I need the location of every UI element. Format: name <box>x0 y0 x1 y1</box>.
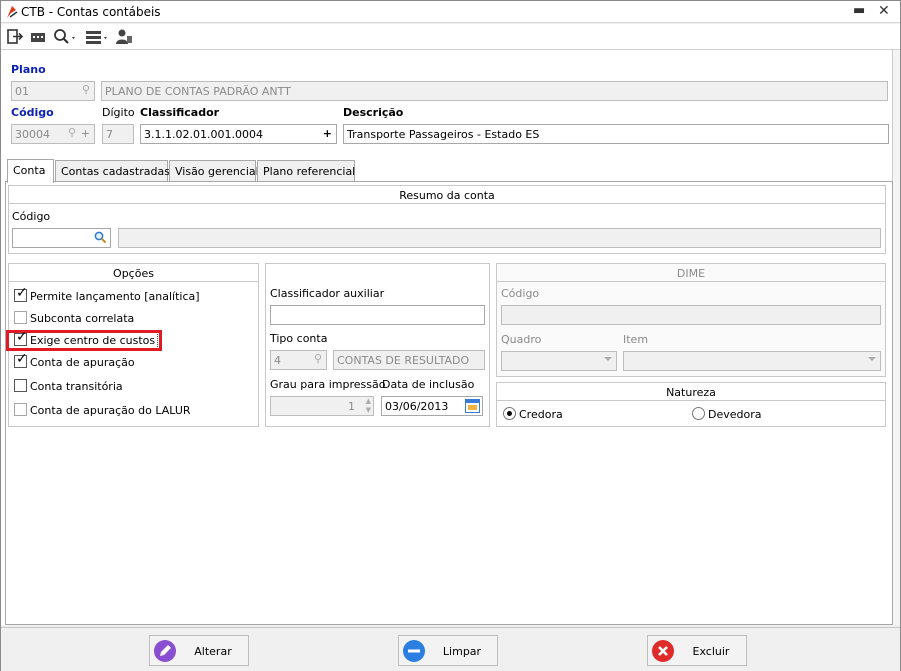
dime-title: DIME <box>497 264 885 282</box>
footer-bar: Alterar Limpar Excluir <box>1 627 900 671</box>
tipo-conta-code-value: 4 <box>274 354 281 367</box>
radio-label: Credora <box>519 408 563 421</box>
spinner-arrows-icon: ▲ ▼ <box>365 397 371 414</box>
search-icon: ⚲ <box>67 126 76 139</box>
alterar-button[interactable]: Alterar <box>149 635 249 666</box>
checkbox-conta-de-apuracao[interactable]: ✓ <box>14 352 28 368</box>
excluir-button[interactable]: Excluir <box>647 635 747 666</box>
tab-label: Plano referencial <box>263 165 356 178</box>
tab-conta[interactable]: Conta <box>7 159 54 183</box>
tab-visao-gerencial[interactable]: Visão gerencial <box>169 160 259 183</box>
descricao-label: Descrição <box>343 106 404 119</box>
radio-credora[interactable] <box>503 407 516 420</box>
record-icon[interactable] <box>30 28 46 46</box>
codigo-label: Código <box>11 106 54 119</box>
search-icon[interactable] <box>94 231 107 244</box>
toolbar <box>1 24 900 50</box>
app-logo-icon <box>7 6 18 18</box>
delete-icon <box>652 640 674 662</box>
title-bar: CTB - Contas contábeis ▬ ✕ <box>1 1 900 23</box>
minimize-icon[interactable]: ▬ <box>853 3 865 18</box>
data-inclusao-value: 03/06/2013 <box>385 400 449 413</box>
limpar-label: Limpar <box>442 645 482 658</box>
resumo-codigo-field[interactable] <box>12 228 111 248</box>
tab-label: Visão gerencial <box>175 165 259 178</box>
grau-label: Grau para impressão <box>270 378 386 391</box>
edit-icon <box>154 640 176 662</box>
tab-label: Contas cadastradas <box>61 165 170 178</box>
checkbox-label: Exige centro de custos <box>30 334 159 347</box>
dime-item-select <box>623 351 881 371</box>
checkbox-subconta-correlata[interactable] <box>14 311 27 324</box>
limpar-button[interactable]: Limpar <box>398 635 498 666</box>
search-icon[interactable] <box>53 28 79 46</box>
plano-name-value: PLANO DE CONTAS PADRÃO ANTT <box>105 85 291 98</box>
vertical-scrollbar[interactable] <box>892 50 900 625</box>
dime-item-label: Item <box>623 333 649 346</box>
checkbox-permite-lancamento[interactable]: ✓ <box>14 286 28 302</box>
excluir-label: Excluir <box>692 645 730 658</box>
user-icon[interactable] <box>115 28 133 46</box>
dime-quadro-select <box>501 351 617 371</box>
tipo-conta-label: Tipo conta <box>270 332 328 345</box>
plano-name-field: PLANO DE CONTAS PADRÃO ANTT <box>101 81 888 101</box>
checkbox-conta-transitoria[interactable] <box>14 379 27 392</box>
checkbox-label: Subconta correlata <box>30 312 135 325</box>
clear-icon <box>403 640 425 662</box>
classificador-field[interactable]: 3.1.1.02.01.001.0004 + <box>140 124 337 144</box>
opcoes-title: Opções <box>9 264 258 282</box>
codigo-value: 30004 <box>15 128 50 141</box>
digito-value: 7 <box>106 128 113 141</box>
resumo-title: Resumo da conta <box>9 186 885 204</box>
checkbox-exige-centro-de-custos[interactable]: ✓ <box>14 330 28 346</box>
checkbox-label: Conta de apuração do LALUR <box>30 404 191 417</box>
descricao-field[interactable]: Transporte Passageiros - Estado ES <box>343 124 889 144</box>
tipo-conta-name-field: CONTAS DE RESULTADO <box>333 350 485 370</box>
app-window: CTB - Contas contábeis ▬ ✕ Plano 01 ⚲ PL… <box>0 0 901 671</box>
add-icon[interactable]: + <box>323 127 332 140</box>
plano-label: Plano <box>11 63 46 76</box>
checkbox-label: Conta de apuração <box>30 356 135 369</box>
search-icon: ⚲ <box>313 352 322 365</box>
data-inclusao-field[interactable]: 03/06/2013 <box>381 396 483 416</box>
classificador-label: Classificador <box>140 106 220 119</box>
dime-quadro-label: Quadro <box>501 333 542 346</box>
resumo-desc-field <box>118 228 881 248</box>
resumo-codigo-label: Código <box>12 210 51 223</box>
checkbox-conta-apuracao-lalur[interactable] <box>14 403 27 416</box>
radio-devedora[interactable] <box>692 407 705 420</box>
close-icon[interactable]: ✕ <box>878 3 890 19</box>
plano-code-value: 01 <box>15 85 29 98</box>
checkbox-label: Permite lançamento [analítica] <box>30 290 200 303</box>
alterar-label: Alterar <box>194 645 232 658</box>
tab-plano-referencial[interactable]: Plano referencial <box>257 160 355 183</box>
codigo-field: 30004 ⚲ + <box>11 124 95 144</box>
grau-value: 1 <box>348 400 355 413</box>
tipo-conta-name-value: CONTAS DE RESULTADO <box>337 354 470 367</box>
natureza-title: Natureza <box>497 383 885 401</box>
add-icon: + <box>80 127 90 140</box>
exit-icon[interactable] <box>7 28 23 46</box>
descricao-value: Transporte Passageiros - Estado ES <box>347 128 540 141</box>
list-icon[interactable] <box>85 28 111 46</box>
digito-label: Dígito <box>102 106 135 119</box>
dime-codigo-label: Código <box>501 287 540 300</box>
tab-label: Conta <box>13 164 46 177</box>
classificador-value: 3.1.1.02.01.001.0004 <box>144 128 263 141</box>
calendar-icon[interactable] <box>465 399 480 413</box>
classificador-aux-label: Classificador auxiliar <box>270 287 385 300</box>
dime-codigo-field <box>501 305 881 325</box>
search-icon: ⚲ <box>81 83 90 96</box>
tab-contas-cadastradas[interactable]: Contas cadastradas <box>55 160 170 183</box>
digito-field: 7 <box>102 124 134 144</box>
checkbox-label: Conta transitória <box>30 380 123 393</box>
window-title: CTB - Contas contábeis <box>21 5 161 19</box>
radio-label: Devedora <box>708 408 762 421</box>
classificador-aux-field[interactable] <box>270 305 485 325</box>
tipo-conta-code-field: 4 ⚲ <box>270 350 327 370</box>
data-inclusao-label: Data de inclusão <box>382 378 475 391</box>
plano-code-field: 01 ⚲ <box>11 81 95 101</box>
grau-spinner: 1 ▲ ▼ <box>270 396 374 416</box>
